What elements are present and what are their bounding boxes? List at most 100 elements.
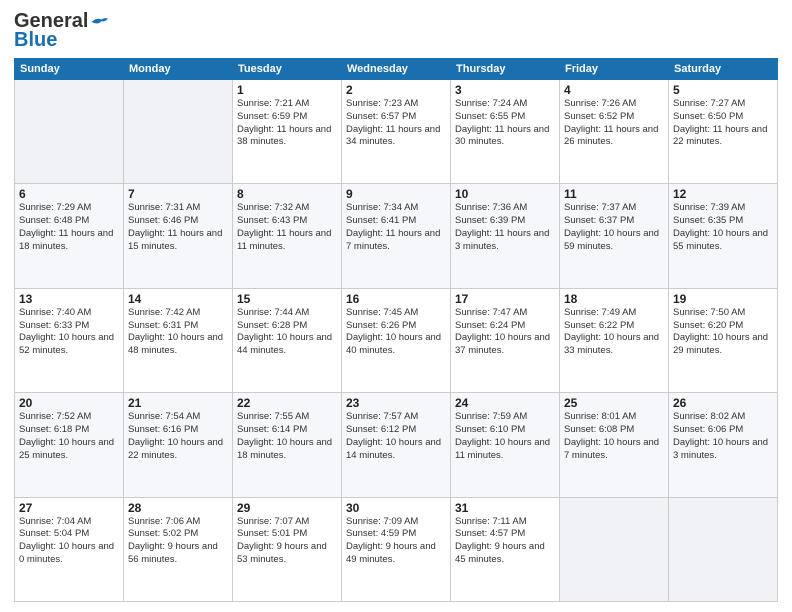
day-cell: 21Sunrise: 7:54 AM Sunset: 6:16 PM Dayli… <box>124 393 233 497</box>
day-detail: Sunrise: 7:55 AM Sunset: 6:14 PM Dayligh… <box>237 411 337 462</box>
day-number: 14 <box>128 292 228 306</box>
day-cell: 30Sunrise: 7:09 AM Sunset: 4:59 PM Dayli… <box>342 497 451 601</box>
day-number: 15 <box>237 292 337 306</box>
day-cell <box>560 497 669 601</box>
logo: General Blue <box>14 10 108 52</box>
day-cell: 29Sunrise: 7:07 AM Sunset: 5:01 PM Dayli… <box>233 497 342 601</box>
week-row-1: 1Sunrise: 7:21 AM Sunset: 6:59 PM Daylig… <box>15 80 778 184</box>
day-detail: Sunrise: 7:37 AM Sunset: 6:37 PM Dayligh… <box>564 202 664 253</box>
day-detail: Sunrise: 7:29 AM Sunset: 6:48 PM Dayligh… <box>19 202 119 253</box>
day-detail: Sunrise: 7:39 AM Sunset: 6:35 PM Dayligh… <box>673 202 773 253</box>
day-number: 8 <box>237 187 337 201</box>
day-number: 12 <box>673 187 773 201</box>
day-detail: Sunrise: 7:59 AM Sunset: 6:10 PM Dayligh… <box>455 411 555 462</box>
day-detail: Sunrise: 7:21 AM Sunset: 6:59 PM Dayligh… <box>237 98 337 149</box>
week-row-4: 20Sunrise: 7:52 AM Sunset: 6:18 PM Dayli… <box>15 393 778 497</box>
day-detail: Sunrise: 7:57 AM Sunset: 6:12 PM Dayligh… <box>346 411 446 462</box>
day-detail: Sunrise: 7:44 AM Sunset: 6:28 PM Dayligh… <box>237 307 337 358</box>
day-cell: 14Sunrise: 7:42 AM Sunset: 6:31 PM Dayli… <box>124 288 233 392</box>
day-cell: 11Sunrise: 7:37 AM Sunset: 6:37 PM Dayli… <box>560 184 669 288</box>
day-cell: 27Sunrise: 7:04 AM Sunset: 5:04 PM Dayli… <box>15 497 124 601</box>
day-detail: Sunrise: 7:23 AM Sunset: 6:57 PM Dayligh… <box>346 98 446 149</box>
day-cell: 31Sunrise: 7:11 AM Sunset: 4:57 PM Dayli… <box>451 497 560 601</box>
day-number: 19 <box>673 292 773 306</box>
day-cell: 15Sunrise: 7:44 AM Sunset: 6:28 PM Dayli… <box>233 288 342 392</box>
day-cell <box>15 80 124 184</box>
day-number: 30 <box>346 501 446 515</box>
day-cell <box>124 80 233 184</box>
day-cell: 12Sunrise: 7:39 AM Sunset: 6:35 PM Dayli… <box>669 184 778 288</box>
day-cell: 10Sunrise: 7:36 AM Sunset: 6:39 PM Dayli… <box>451 184 560 288</box>
day-detail: Sunrise: 7:50 AM Sunset: 6:20 PM Dayligh… <box>673 307 773 358</box>
day-detail: Sunrise: 8:01 AM Sunset: 6:08 PM Dayligh… <box>564 411 664 462</box>
day-number: 22 <box>237 396 337 410</box>
day-detail: Sunrise: 7:49 AM Sunset: 6:22 PM Dayligh… <box>564 307 664 358</box>
day-detail: Sunrise: 7:45 AM Sunset: 6:26 PM Dayligh… <box>346 307 446 358</box>
day-number: 2 <box>346 83 446 97</box>
week-row-2: 6Sunrise: 7:29 AM Sunset: 6:48 PM Daylig… <box>15 184 778 288</box>
day-number: 31 <box>455 501 555 515</box>
day-number: 4 <box>564 83 664 97</box>
day-detail: Sunrise: 8:02 AM Sunset: 6:06 PM Dayligh… <box>673 411 773 462</box>
day-cell <box>669 497 778 601</box>
day-number: 17 <box>455 292 555 306</box>
day-number: 24 <box>455 396 555 410</box>
day-detail: Sunrise: 7:40 AM Sunset: 6:33 PM Dayligh… <box>19 307 119 358</box>
day-number: 5 <box>673 83 773 97</box>
page: General Blue SundayMondayTuesdayWednesda… <box>0 0 792 612</box>
day-detail: Sunrise: 7:47 AM Sunset: 6:24 PM Dayligh… <box>455 307 555 358</box>
day-cell: 8Sunrise: 7:32 AM Sunset: 6:43 PM Daylig… <box>233 184 342 288</box>
weekday-thursday: Thursday <box>451 59 560 80</box>
logo-bird-icon <box>90 15 108 29</box>
day-number: 7 <box>128 187 228 201</box>
weekday-wednesday: Wednesday <box>342 59 451 80</box>
day-detail: Sunrise: 7:06 AM Sunset: 5:02 PM Dayligh… <box>128 516 228 567</box>
day-cell: 4Sunrise: 7:26 AM Sunset: 6:52 PM Daylig… <box>560 80 669 184</box>
weekday-friday: Friday <box>560 59 669 80</box>
day-cell: 24Sunrise: 7:59 AM Sunset: 6:10 PM Dayli… <box>451 393 560 497</box>
weekday-header-row: SundayMondayTuesdayWednesdayThursdayFrid… <box>15 59 778 80</box>
day-detail: Sunrise: 7:26 AM Sunset: 6:52 PM Dayligh… <box>564 98 664 149</box>
day-detail: Sunrise: 7:27 AM Sunset: 6:50 PM Dayligh… <box>673 98 773 149</box>
day-cell: 20Sunrise: 7:52 AM Sunset: 6:18 PM Dayli… <box>15 393 124 497</box>
day-detail: Sunrise: 7:24 AM Sunset: 6:55 PM Dayligh… <box>455 98 555 149</box>
day-cell: 1Sunrise: 7:21 AM Sunset: 6:59 PM Daylig… <box>233 80 342 184</box>
day-number: 16 <box>346 292 446 306</box>
day-cell: 22Sunrise: 7:55 AM Sunset: 6:14 PM Dayli… <box>233 393 342 497</box>
day-detail: Sunrise: 7:36 AM Sunset: 6:39 PM Dayligh… <box>455 202 555 253</box>
logo-blue: Blue <box>14 29 57 52</box>
header: General Blue <box>14 10 778 52</box>
day-detail: Sunrise: 7:32 AM Sunset: 6:43 PM Dayligh… <box>237 202 337 253</box>
day-number: 6 <box>19 187 119 201</box>
calendar-table: SundayMondayTuesdayWednesdayThursdayFrid… <box>14 58 778 602</box>
week-row-5: 27Sunrise: 7:04 AM Sunset: 5:04 PM Dayli… <box>15 497 778 601</box>
day-cell: 25Sunrise: 8:01 AM Sunset: 6:08 PM Dayli… <box>560 393 669 497</box>
day-cell: 19Sunrise: 7:50 AM Sunset: 6:20 PM Dayli… <box>669 288 778 392</box>
weekday-tuesday: Tuesday <box>233 59 342 80</box>
day-cell: 13Sunrise: 7:40 AM Sunset: 6:33 PM Dayli… <box>15 288 124 392</box>
day-detail: Sunrise: 7:07 AM Sunset: 5:01 PM Dayligh… <box>237 516 337 567</box>
day-detail: Sunrise: 7:54 AM Sunset: 6:16 PM Dayligh… <box>128 411 228 462</box>
day-number: 28 <box>128 501 228 515</box>
day-number: 25 <box>564 396 664 410</box>
day-cell: 26Sunrise: 8:02 AM Sunset: 6:06 PM Dayli… <box>669 393 778 497</box>
day-number: 29 <box>237 501 337 515</box>
day-cell: 3Sunrise: 7:24 AM Sunset: 6:55 PM Daylig… <box>451 80 560 184</box>
day-cell: 2Sunrise: 7:23 AM Sunset: 6:57 PM Daylig… <box>342 80 451 184</box>
day-number: 13 <box>19 292 119 306</box>
weekday-saturday: Saturday <box>669 59 778 80</box>
day-number: 18 <box>564 292 664 306</box>
day-detail: Sunrise: 7:04 AM Sunset: 5:04 PM Dayligh… <box>19 516 119 567</box>
day-cell: 28Sunrise: 7:06 AM Sunset: 5:02 PM Dayli… <box>124 497 233 601</box>
weekday-monday: Monday <box>124 59 233 80</box>
day-cell: 23Sunrise: 7:57 AM Sunset: 6:12 PM Dayli… <box>342 393 451 497</box>
day-number: 1 <box>237 83 337 97</box>
day-number: 21 <box>128 396 228 410</box>
day-number: 27 <box>19 501 119 515</box>
day-detail: Sunrise: 7:34 AM Sunset: 6:41 PM Dayligh… <box>346 202 446 253</box>
day-detail: Sunrise: 7:52 AM Sunset: 6:18 PM Dayligh… <box>19 411 119 462</box>
day-cell: 5Sunrise: 7:27 AM Sunset: 6:50 PM Daylig… <box>669 80 778 184</box>
day-detail: Sunrise: 7:42 AM Sunset: 6:31 PM Dayligh… <box>128 307 228 358</box>
day-cell: 9Sunrise: 7:34 AM Sunset: 6:41 PM Daylig… <box>342 184 451 288</box>
day-number: 20 <box>19 396 119 410</box>
